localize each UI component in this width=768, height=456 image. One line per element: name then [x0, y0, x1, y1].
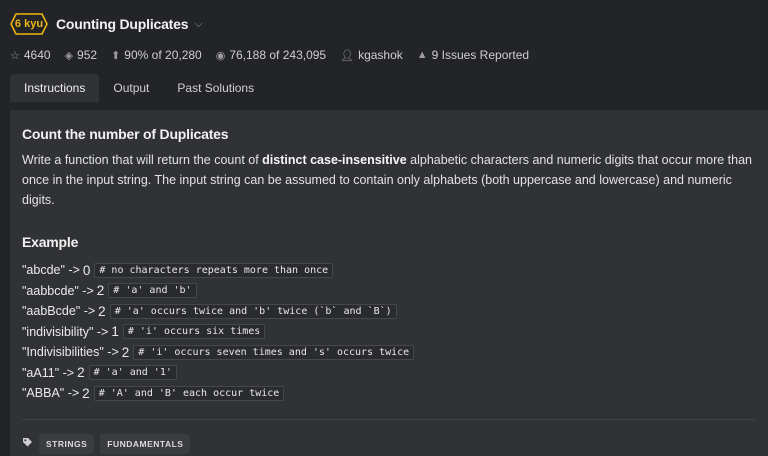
example-comment: # 'A' and 'B' each occur twice [93, 385, 285, 401]
example-line: "Indivisibilities" -> 2 # 'i' occurs seven… [22, 342, 756, 363]
rank-badge: 6 kyu [10, 13, 48, 35]
kata-title: Counting Duplicates [56, 16, 189, 32]
issues-stat[interactable]: ▲ 9 Issues Reported [417, 48, 529, 62]
example-comment: # no characters repeats more than once [94, 262, 334, 278]
example-line: "aabbcde" -> 2 # 'a' and 'b' [22, 281, 756, 302]
satisfaction-sub: of 20,280 [151, 48, 202, 62]
example-comment: # 'i' occurs seven times and 's' occurs … [133, 344, 415, 360]
example-result: 0 [82, 262, 91, 278]
tag-fundamentals[interactable]: FUNDAMENTALS [100, 434, 191, 454]
tab-past-solutions[interactable]: Past Solutions [163, 74, 268, 102]
example-result: 2 [82, 385, 90, 401]
author-name[interactable]: kgashok [358, 48, 403, 62]
example-line: "aabBcde" -> 2 # 'a' occurs twice and 'b' … [22, 301, 756, 322]
star-icon: ☆ [10, 49, 20, 62]
collections-count: 952 [77, 48, 98, 62]
warning-icon: ▲ [416, 49, 428, 61]
tab-bar: Instructions Output Past Solutions [10, 74, 268, 102]
example-comment: # 'a' occurs twice and 'b' twice (`b` an… [109, 303, 397, 319]
tag-strings[interactable]: STRINGS [39, 434, 95, 454]
example-comment: # 'a' and '1' [88, 365, 177, 381]
satisfaction-stat: ⬆ 90% of 20,280 [111, 48, 202, 62]
tag-list: STRINGS FUNDAMENTALS [22, 434, 196, 454]
example-input: "aabbcde" -> [22, 283, 94, 298]
example-comment: # 'i' occurs six times [122, 324, 266, 340]
example-comment: # 'a' and 'b' [108, 283, 197, 299]
tab-instructions[interactable]: Instructions [10, 74, 100, 102]
instructions-panel: Count the number of Duplicates Write a f… [10, 110, 768, 456]
example-line: "ABBA" -> 2 # 'A' and 'B' each occur twice [22, 383, 756, 404]
example-input: "ABBA" -> [22, 386, 80, 401]
author-stat[interactable]: 👤︎ kgashok [340, 48, 403, 62]
example-input: "aA11" -> [22, 365, 75, 380]
example-result: 2 [98, 303, 106, 319]
example-input: "indivisibility" -> [22, 324, 109, 339]
collections-stat[interactable]: ◈ 952 [65, 48, 98, 62]
tab-output[interactable]: Output [99, 74, 163, 102]
panel-divider [22, 419, 756, 420]
example-heading: Example [22, 234, 79, 250]
kata-stats: ☆ 4640 ◈ 952 ⬆ 90% of 20,280 ◉ 76,188 of… [10, 47, 543, 63]
example-line: "indivisibility" -> 1 # 'i' occurs six tim… [22, 322, 756, 343]
desc-text-pre: Write a function that will return the co… [22, 153, 263, 167]
example-input: "aabBcde" -> [22, 304, 96, 319]
issues-label[interactable]: 9 Issues Reported [432, 48, 529, 62]
example-line: "aA11" -> 2 # 'a' and '1' [22, 363, 756, 384]
example-result: 2 [77, 365, 85, 381]
desc-text-bold: distinct case-insensitive [262, 153, 407, 167]
tag-icon [22, 437, 33, 451]
examples-list: "abcde" -> 0 # no characters repeats more … [22, 260, 756, 404]
chevron-down-icon[interactable]: ⌵ [194, 18, 202, 31]
rank-label: 6 kyu [14, 18, 44, 30]
instructions-heading: Count the number of Duplicates [22, 126, 229, 142]
satisfaction-value: 90% [124, 48, 149, 62]
completed-sub: of 243,095 [269, 48, 327, 62]
stars-stat[interactable]: ☆ 4640 [10, 48, 51, 62]
example-result: 1 [111, 324, 119, 340]
instructions-description: Write a function that will return the co… [22, 150, 756, 210]
target-icon: ◉ [215, 49, 226, 62]
example-result: 2 [96, 283, 105, 299]
thumbs-up-icon: ⬆ [111, 49, 121, 62]
kata-header: 6 kyu Counting Duplicates ⌵ [10, 12, 203, 36]
user-icon: 👤︎ [340, 49, 355, 62]
example-input: "Indivisibilities" -> [22, 345, 119, 360]
example-result: 2 [121, 344, 130, 360]
completed-stat: ◉ 76,188 of 243,095 [216, 48, 326, 62]
example-input: "abcde" -> [22, 263, 80, 278]
stack-icon: ◈ [64, 49, 74, 62]
completed-value: 76,188 [229, 48, 267, 62]
example-line: "abcde" -> 0 # no characters repeats more … [22, 260, 756, 281]
stars-count: 4640 [23, 48, 51, 62]
